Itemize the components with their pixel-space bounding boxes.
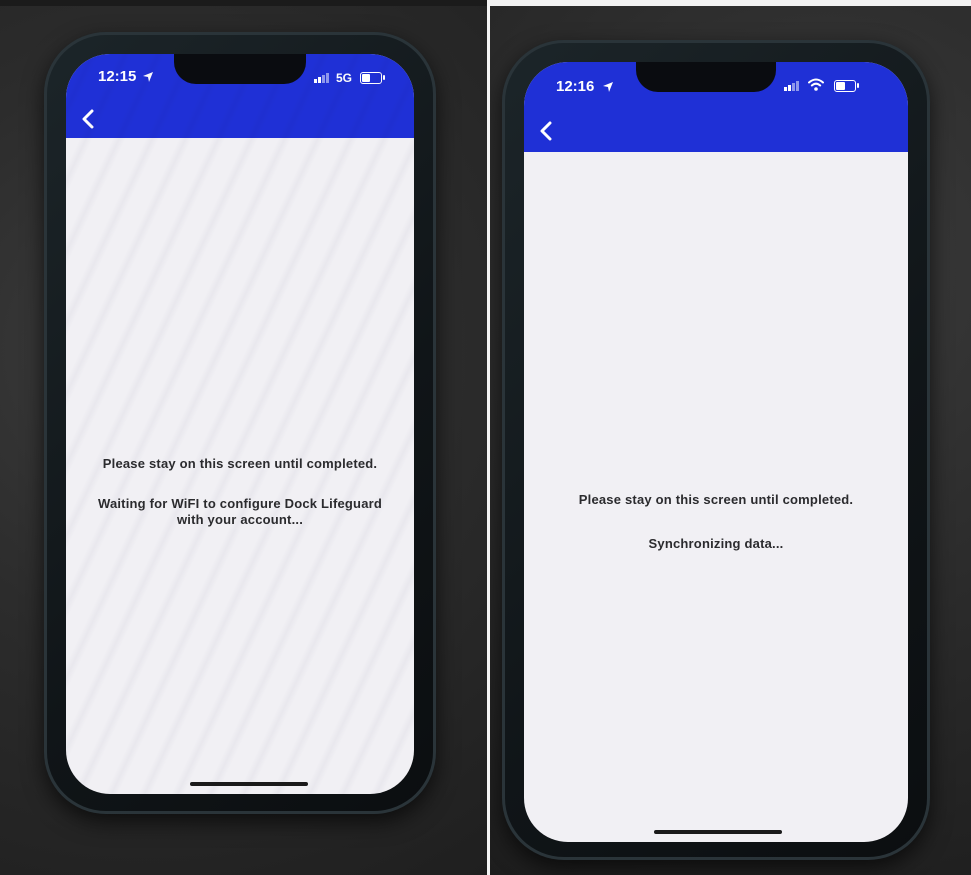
cellular-signal-icon <box>314 72 329 83</box>
chevron-left-icon[interactable] <box>538 120 554 142</box>
photo-collage: 12:15 5G Please stay on this screen unti… <box>0 0 971 875</box>
right-photo: 12:16 Please stay on this screen until c… <box>490 0 971 875</box>
phone-screen: 12:16 Please stay on this screen until c… <box>524 62 908 842</box>
phone-frame: 12:15 5G Please stay on this screen unti… <box>44 32 436 814</box>
status-time: 12:15 <box>98 68 137 85</box>
network-type-label: 5G <box>336 71 353 85</box>
status-time: 12:16 <box>556 78 595 95</box>
home-indicator[interactable] <box>190 782 308 786</box>
chevron-left-icon[interactable] <box>80 108 96 130</box>
photo-edge <box>0 0 487 6</box>
photo-edge <box>490 0 971 6</box>
message-secondary: Waiting for WiFI to configure Dock Lifeg… <box>97 496 383 527</box>
battery-icon <box>360 72 385 84</box>
phone-screen: 12:15 5G Please stay on this screen unti… <box>66 54 414 794</box>
phone-frame: 12:16 Please stay on this screen until c… <box>502 40 930 860</box>
home-indicator[interactable] <box>654 830 782 834</box>
cellular-signal-icon <box>784 80 799 91</box>
message-secondary: Synchronizing data... <box>648 536 784 551</box>
wifi-icon <box>808 78 824 91</box>
message-primary: Please stay on this screen until complet… <box>578 492 854 507</box>
battery-icon <box>834 80 859 92</box>
screen-glare <box>66 54 414 794</box>
notch <box>174 54 306 84</box>
location-arrow-icon <box>603 82 613 92</box>
message-primary: Please stay on this screen until complet… <box>102 456 378 471</box>
left-photo: 12:15 5G Please stay on this screen unti… <box>0 0 487 875</box>
notch <box>636 62 776 92</box>
location-arrow-icon <box>143 72 153 82</box>
